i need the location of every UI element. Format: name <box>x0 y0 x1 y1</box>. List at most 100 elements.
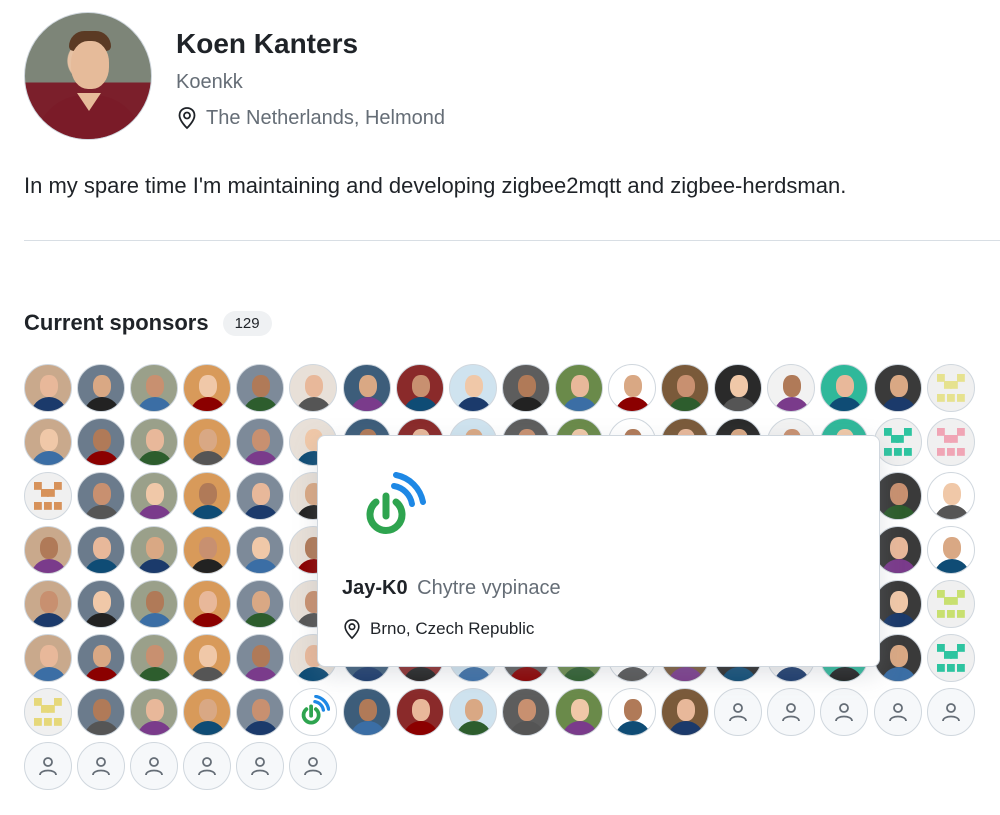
sponsor-avatar[interactable] <box>236 472 285 520</box>
sponsor-placeholder-avatar[interactable] <box>183 742 232 790</box>
hovercard-name: Chytre vypinace <box>417 577 561 599</box>
sponsor-avatar[interactable] <box>24 688 72 736</box>
sponsor-placeholder-avatar[interactable] <box>820 688 869 736</box>
sponsor-avatar[interactable] <box>873 580 922 628</box>
sponsor-avatar[interactable] <box>714 364 763 412</box>
sponsor-avatar[interactable] <box>767 364 816 412</box>
sponsor-avatar[interactable] <box>448 688 497 736</box>
sponsor-placeholder-avatar[interactable] <box>130 742 179 790</box>
person-icon <box>888 703 907 722</box>
sponsor-avatar[interactable] <box>661 688 710 736</box>
sponsor-avatar[interactable] <box>236 418 285 466</box>
sponsor-avatar[interactable] <box>130 526 179 574</box>
sponsor-avatar[interactable] <box>926 634 975 682</box>
sponsor-avatar[interactable] <box>24 472 72 520</box>
sponsor-avatar[interactable] <box>183 526 232 574</box>
sponsor-avatar[interactable] <box>873 526 922 574</box>
sponsor-avatar[interactable] <box>873 472 922 520</box>
sponsor-avatar[interactable] <box>77 634 126 682</box>
sponsor-avatar[interactable] <box>608 688 657 736</box>
sponsors-title: Current sponsors <box>24 310 209 335</box>
sponsor-avatar[interactable] <box>448 364 497 412</box>
sponsor-placeholder-avatar[interactable] <box>77 742 126 790</box>
sponsor-avatar[interactable] <box>236 688 285 736</box>
sponsor-placeholder-avatar[interactable] <box>289 742 338 790</box>
sponsor-avatar[interactable] <box>130 364 179 412</box>
sponsor-avatar[interactable] <box>77 580 126 628</box>
sponsor-avatar[interactable] <box>236 364 285 412</box>
sponsor-avatar[interactable] <box>130 634 179 682</box>
profile-login: Koenkk <box>176 71 243 93</box>
sponsor-avatar[interactable] <box>926 472 975 520</box>
sponsor-placeholder-avatar[interactable] <box>236 742 285 790</box>
profile-location: The Netherlands, Helmond <box>176 106 676 130</box>
hovercard-location-text: Brno, Czech Republic <box>370 619 535 638</box>
sponsor-avatar[interactable] <box>236 580 285 628</box>
sponsor-placeholder-avatar[interactable] <box>873 688 922 736</box>
sponsor-avatar[interactable] <box>554 364 603 412</box>
person-icon <box>941 703 960 722</box>
sponsor-avatar[interactable] <box>661 364 710 412</box>
person-icon <box>39 757 57 776</box>
profile-header <box>24 12 152 140</box>
sponsor-placeholder-avatar[interactable] <box>24 742 72 790</box>
sponsor-avatar[interactable] <box>130 418 179 466</box>
hovercard-location: Brno, Czech Republic <box>342 618 534 640</box>
sponsor-avatar[interactable] <box>183 688 232 736</box>
sponsor-avatar[interactable] <box>183 580 232 628</box>
sponsor-avatar[interactable] <box>873 364 922 412</box>
sponsor-avatar[interactable] <box>873 418 922 466</box>
sponsor-avatar[interactable] <box>289 688 338 736</box>
person-icon <box>835 703 854 722</box>
sponsor-placeholder-avatar[interactable] <box>926 688 975 736</box>
sponsor-avatar[interactable] <box>24 364 72 412</box>
person-icon <box>729 703 748 722</box>
sponsor-hovercard: Jay-K0 Chytre vypinace Brno, Czech Repub… <box>317 435 880 667</box>
sponsor-avatar[interactable] <box>130 472 179 520</box>
sponsor-avatar[interactable] <box>130 688 179 736</box>
sponsor-avatar[interactable] <box>24 418 72 466</box>
sponsor-avatar[interactable] <box>236 526 285 574</box>
person-icon <box>251 757 270 776</box>
sponsor-avatar[interactable] <box>501 688 550 736</box>
sponsor-avatar[interactable] <box>24 526 72 574</box>
sponsor-avatar[interactable] <box>554 688 603 736</box>
sponsor-avatar[interactable] <box>77 472 126 520</box>
hovercard-login[interactable]: Jay-K0 <box>342 577 408 599</box>
sponsor-avatar[interactable] <box>183 418 232 466</box>
sponsor-avatar[interactable] <box>183 364 232 412</box>
person-icon <box>304 757 323 776</box>
sponsor-avatar[interactable] <box>130 580 179 628</box>
sponsor-avatar[interactable] <box>289 364 338 412</box>
sponsor-avatar[interactable] <box>820 364 869 412</box>
sponsor-avatar[interactable] <box>395 364 444 412</box>
sponsor-avatar[interactable] <box>77 418 126 466</box>
sponsor-avatar[interactable] <box>395 688 444 736</box>
location-pin-icon <box>344 619 360 640</box>
sponsor-avatar[interactable] <box>77 688 126 736</box>
sponsor-avatar[interactable] <box>183 634 232 682</box>
sponsor-placeholder-avatar[interactable] <box>767 688 816 736</box>
sponsor-avatar[interactable] <box>501 364 550 412</box>
profile-avatar[interactable] <box>24 12 152 140</box>
sponsors-count-badge: 129 <box>222 310 272 336</box>
sponsor-avatar[interactable] <box>77 364 126 412</box>
sponsor-avatar[interactable] <box>926 580 975 628</box>
sponsor-placeholder-avatar[interactable] <box>714 688 763 736</box>
sponsor-avatar[interactable] <box>608 364 657 412</box>
sponsor-avatar[interactable] <box>342 688 391 736</box>
sponsor-avatar[interactable] <box>24 580 72 628</box>
person-icon <box>92 757 110 776</box>
sponsor-avatar[interactable] <box>24 634 72 682</box>
sponsor-avatar[interactable] <box>77 526 126 574</box>
sponsor-avatar[interactable] <box>183 472 232 520</box>
sponsor-avatar[interactable] <box>236 634 285 682</box>
sponsor-avatar[interactable] <box>873 634 922 682</box>
profile-name: Koen Kanters <box>176 28 359 59</box>
sponsor-avatar[interactable] <box>926 418 975 466</box>
sponsor-avatar[interactable] <box>926 364 975 412</box>
sponsor-avatar[interactable] <box>926 526 975 574</box>
profile-location-text: The Netherlands, Helmond <box>206 107 446 129</box>
sponsor-avatar[interactable] <box>342 364 391 412</box>
profile-bio: In my spare time I'm maintaining and dev… <box>24 173 847 198</box>
